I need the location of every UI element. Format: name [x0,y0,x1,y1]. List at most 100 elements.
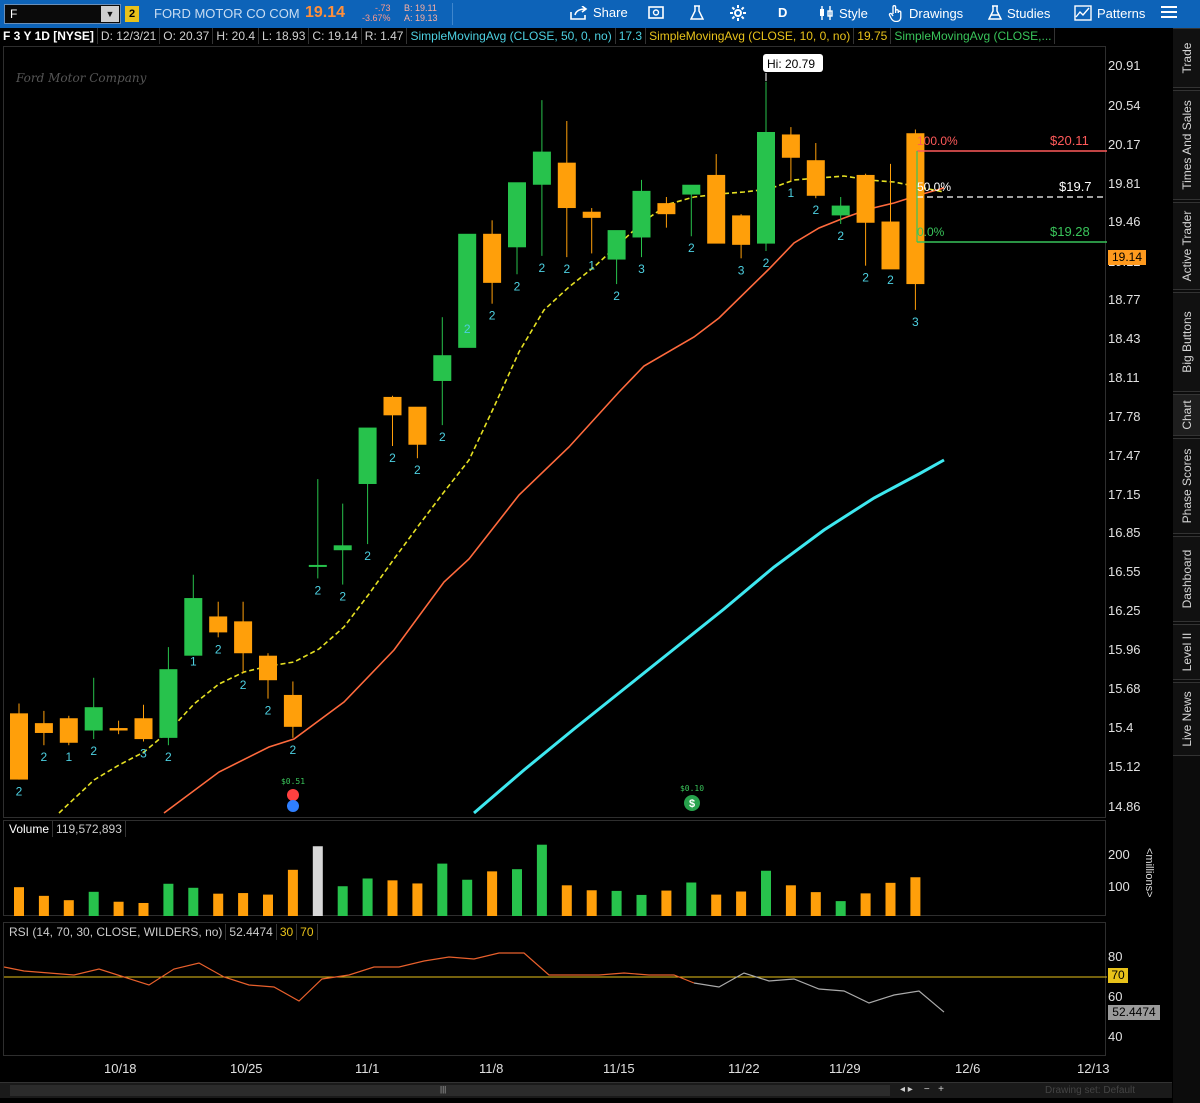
bar-range: R: 1.47 [362,28,408,44]
candle-body [632,190,651,238]
flask-button[interactable] [690,5,704,21]
date-axis-label: 10/18 [104,1061,137,1076]
settings-button[interactable] [730,5,746,21]
date-axis-label: 10/25 [230,1061,263,1076]
aggregation-button[interactable]: D [778,5,787,20]
price-axis-tick: 18.77 [1108,292,1141,307]
sequence-count-label: 1 [788,186,795,200]
sequence-count-label: 2 [364,549,371,563]
sequence-count-label: 2 [90,744,97,758]
volume-bar [636,894,647,916]
sma20-line [163,187,945,814]
sequence-count-label: 1 [588,258,595,272]
volume-bar [312,846,323,916]
toolbar-menu-button[interactable] [1160,5,1178,19]
candle-body [358,427,377,484]
side-tab-big-buttons[interactable]: Big Buttons [1173,292,1200,392]
side-tab-trade[interactable]: Trade [1173,28,1200,88]
candle-body [508,182,526,248]
price-axis-tick: 15.96 [1108,642,1141,657]
price-panel[interactable]: Ford Motor Company 2 2 1 2 3 2 1 2 2 2 2 2 2 2 2 2 2 2 2 2 2 2… [3,46,1107,819]
fib-level-50: 50.0% [917,180,951,194]
rsi-chart[interactable] [4,923,1107,1057]
chart-title[interactable]: F 3 Y 1D [NYSE] [0,28,98,44]
price-axis-tick: 17.15 [1108,487,1141,502]
side-tab-active-trader[interactable]: Active Trader [1173,202,1200,290]
volume-bar [88,891,99,916]
event-2-amount: $0.10 [680,784,704,793]
hand-pointer-icon [888,5,902,22]
side-tab-live-news[interactable]: Live News [1173,682,1200,756]
event-1-earnings-icon [287,800,299,812]
patterns-menu[interactable]: Patterns [1074,5,1145,21]
sequence-count-label: 3 [140,747,147,761]
link-group-badge[interactable]: 2 [125,6,139,22]
price-axis-tick: 19.81 [1108,176,1141,191]
sma3-label[interactable]: SimpleMovingAvg (CLOSE,... [891,28,1056,44]
rsi-line [693,972,945,1013]
aggregation-label: D [778,5,788,20]
symbol-input[interactable]: F ▼ [4,4,121,24]
sequence-count-label: 2 [16,785,23,799]
candle-body [483,233,502,283]
rsi-value: 52.4474 [226,924,277,940]
price-axis-tick: 20.17 [1108,137,1141,152]
rsi-axis-tick: 60 [1108,989,1123,1004]
sequence-count-label: 2 [389,451,396,465]
candles-icon [820,6,833,20]
volume-bar [437,863,448,916]
ford-watermark: Ford Motor Company [15,71,147,85]
side-tab-phase-scores[interactable]: Phase Scores [1173,438,1200,534]
volume-label[interactable]: Volume [6,821,54,837]
studies-menu[interactable]: Studies [988,5,1050,21]
scroll-controls[interactable]: ◂ ▸ − + [900,1084,944,1095]
candle-body [259,655,277,681]
sequence-count-label: 2 [539,261,546,275]
volume-bar [586,890,597,916]
sma50-label[interactable]: SimpleMovingAvg (CLOSE, 50, 0, no) [407,28,616,44]
date-axis[interactable]: 10/18 10/25 11/1 11/8 11/15 11/22 11/29 12/6 12/… [0,1058,1172,1082]
chart-scrollbar[interactable]: ||| ◂ ▸ − + Drawing set: Default [0,1082,1172,1098]
drawings-menu[interactable]: Drawings [888,5,963,22]
side-tab-label: Times And Sales [1179,100,1194,190]
side-tab-level-ii[interactable]: Level II [1173,624,1200,680]
volume-bar [686,882,697,916]
volume-chart[interactable] [4,821,1107,917]
price-axis[interactable]: 20.9120.5420.1719.8119.4619.1218.7718.43… [1106,28,1172,1058]
scroll-thumb[interactable] [10,1085,890,1096]
event-1-dividend-icon [287,789,299,801]
symbol-dropdown-icon[interactable]: ▼ [101,6,119,22]
volume-bar [113,901,124,916]
rsi-axis-tick: 80 [1108,949,1123,964]
price-axis-tick: 20.54 [1108,98,1141,113]
price-axis-tick: 19.46 [1108,214,1141,229]
share-button[interactable]: Share [570,5,628,20]
candle-body [657,203,676,215]
volume-bar [761,870,771,916]
rsi-label[interactable]: RSI (14, 70, 30, CLOSE, WILDERS, no) [6,924,227,940]
drawing-set-label[interactable]: Drawing set: Default [1045,1085,1135,1096]
net-change: -.73 [375,3,391,13]
sma10-label[interactable]: SimpleMovingAvg (CLOSE, 10, 0, no) [646,28,855,44]
style-menu[interactable]: Style [818,5,868,21]
volume-bar [860,893,871,916]
menu-lines-icon [1161,6,1177,18]
side-tab-label: Trade [1179,42,1194,74]
sequence-count-label: 1 [65,750,72,764]
volume-value: 119,572,893 [53,821,126,837]
volume-panel[interactable]: Volume 119,572,893 [3,820,1106,916]
rsi-panel[interactable]: RSI (14, 70, 30, CLOSE, WILDERS, no) 52.4… [3,922,1107,1057]
side-tab-dashboard[interactable]: Dashboard [1173,536,1200,622]
volume-bar [14,887,24,916]
price-chart[interactable]: Ford Motor Company 2 2 1 2 3 2 1 2 2 2 2 2 2 2 2 2 2 2 2 2 2 2… [4,47,1107,819]
hi-label: Hi: 20.79 [767,57,815,71]
snapshot-button[interactable] [648,5,666,19]
side-tab-times-and-sales[interactable]: Times And Sales [1173,90,1200,200]
sequence-count-label: 2 [688,241,695,255]
sequence-count-label: 2 [489,309,496,323]
side-tab-chart[interactable]: Chart [1173,394,1200,436]
sequence-count-label: 2 [862,271,869,285]
volume-bar [885,882,896,916]
volume-bar [238,893,249,916]
candle-body [757,132,775,244]
